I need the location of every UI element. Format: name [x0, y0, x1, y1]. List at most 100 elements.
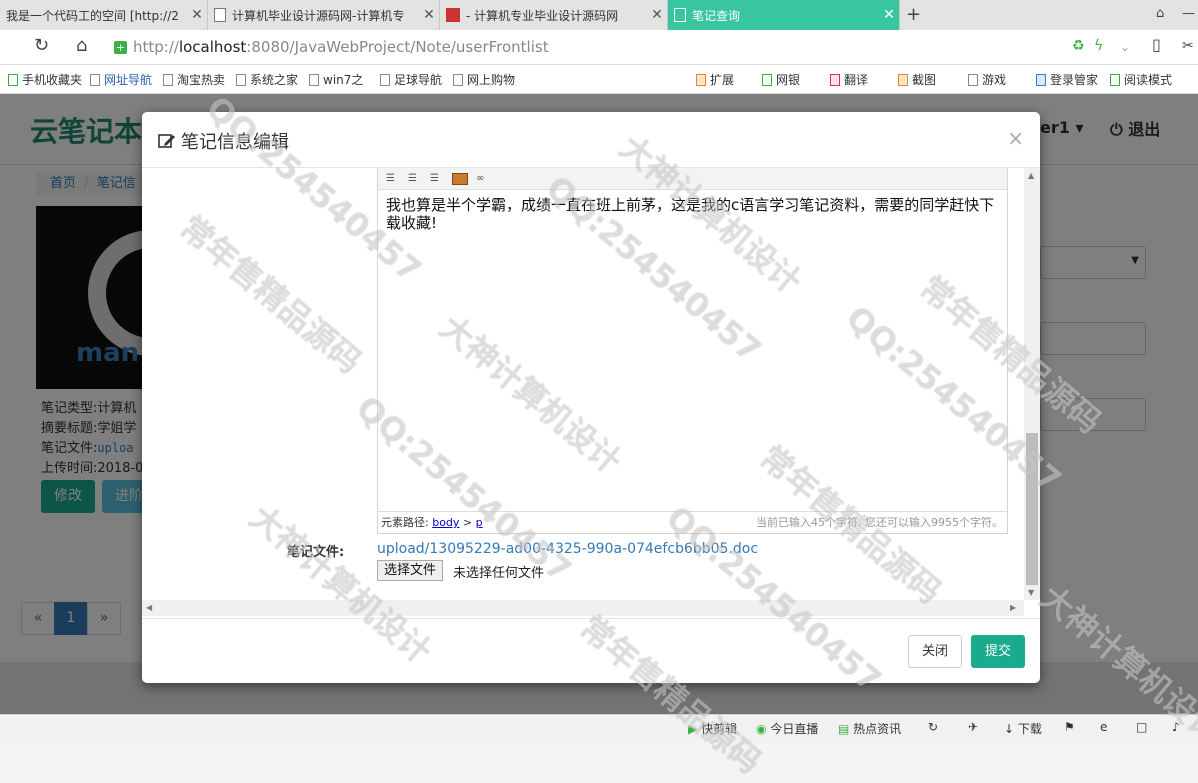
editor-toolbar: ☰ ☰ ☰ ∞ — [378, 168, 1007, 190]
translate-icon — [830, 73, 840, 86]
vertical-scrollbar[interactable]: ▲ ▼ — [1024, 168, 1040, 600]
ie-icon[interactable]: e — [1100, 720, 1107, 734]
translate-tool[interactable]: 翻译 — [830, 71, 868, 88]
bank-tool[interactable]: 网银 — [762, 71, 800, 88]
char-count: 当前已输入45个字符, 您还可以输入9955个字符。 — [756, 516, 1003, 529]
bank-icon — [762, 73, 772, 86]
tab-title: 笔记查询 — [692, 8, 741, 23]
horizontal-scrollbar[interactable]: ◀ ▶ — [142, 600, 1024, 616]
modal-title: 笔记信息编辑 — [158, 128, 289, 154]
browser-nav-bar: ↻ ⌂ + http://localhost:8080/JavaWebProje… — [0, 30, 1198, 65]
close-icon[interactable]: ✕ — [419, 7, 439, 23]
close-icon[interactable]: ✕ — [187, 7, 207, 23]
scroll-thumb[interactable] — [1026, 433, 1038, 585]
address-bar[interactable]: + http://localhost:8080/JavaWebProject/N… — [114, 34, 1144, 60]
link-icon[interactable]: ∞ — [476, 173, 490, 184]
lightning-icon[interactable]: ϟ — [1094, 38, 1103, 54]
refresh-icon[interactable]: ↻ — [928, 720, 938, 734]
bookmark-item[interactable]: 淘宝热卖 — [163, 71, 225, 88]
download-item[interactable]: ↓ 下载 — [1004, 720, 1042, 737]
quick-clip-item[interactable]: ▶ 快剪辑 — [688, 720, 737, 737]
no-file-text: 未选择任何文件 — [453, 566, 545, 581]
page-icon — [674, 8, 686, 22]
browser-tab-2[interactable]: 计算机毕业设计源码网-计算机专 ✕ — [208, 0, 440, 30]
choose-file-button[interactable]: 选择文件 — [377, 560, 444, 581]
page-icon — [236, 73, 246, 86]
element-path: 元素路径: body > p — [381, 516, 483, 529]
browser-tab-1[interactable]: 我是一个代码工的空间 [http://2 ✕ — [0, 0, 208, 30]
image-icon[interactable] — [452, 172, 468, 185]
browser-tab-3[interactable]: - 计算机专业毕业设计源码网 ✕ — [440, 0, 668, 30]
reload-icon[interactable]: ↻ — [34, 35, 49, 56]
minimize-icon[interactable]: — — [1182, 6, 1195, 21]
live-icon: ◉ — [756, 722, 767, 736]
extension-tool[interactable]: 扩展 — [696, 71, 734, 88]
edit-icon — [158, 134, 175, 148]
page-icon — [214, 8, 226, 22]
mobile-icon — [8, 73, 18, 86]
site-favicon-icon — [446, 8, 460, 22]
path-p-link[interactable]: p — [476, 516, 483, 529]
hot-news-item[interactable]: ▤ 热点资讯 — [838, 720, 901, 737]
live-item[interactable]: ◉ 今日直播 — [756, 720, 818, 737]
sound-icon[interactable]: ♪ — [1172, 720, 1180, 734]
url-text: http://localhost:8080/JavaWebProject/Not… — [133, 38, 549, 56]
bookmark-item[interactable]: win7之 — [309, 71, 363, 88]
align-justify-icon[interactable]: ☰ — [430, 173, 444, 184]
rich-text-editor[interactable]: ☰ ☰ ☰ ∞ 我也算是半个学霸，成绩一直在班上前茅，这是我的c语言学习笔记资料… — [377, 168, 1008, 534]
screenshot-tool[interactable]: 截图 — [898, 71, 936, 88]
bookmark-item[interactable]: 系统之家 — [236, 71, 298, 88]
tab-title: - 计算机专业毕业设计源码网 — [466, 8, 619, 23]
submit-button[interactable]: 提交 — [971, 635, 1025, 668]
path-body-link[interactable]: body — [432, 516, 459, 529]
file-label: 笔记文件: — [287, 545, 345, 560]
recycle-icon[interactable]: ♻ — [1072, 38, 1085, 54]
skin-icon[interactable]: ⌂ — [1156, 6, 1164, 21]
close-icon[interactable]: ✕ — [647, 7, 667, 23]
modal-close-icon[interactable]: × — [1007, 126, 1024, 150]
news-icon: ▤ — [838, 722, 850, 736]
secure-icon: + — [114, 40, 127, 54]
phone-icon[interactable]: ▯ — [1152, 35, 1161, 54]
editor-content[interactable]: 我也算是半个学霸，成绩一直在班上前茅，这是我的c语言学习笔记资料，需要的同学赶快… — [386, 196, 996, 232]
bookmarks-bar: 手机收藏夹 网址导航 淘宝热卖 系统之家 win7之 足球导航 网上购物 扩展 … — [0, 65, 1198, 94]
login-manager-tool[interactable]: 登录管家 — [1036, 71, 1098, 88]
file-link[interactable]: upload/13095229-ad00-4325-990a-074efcb6b… — [377, 541, 758, 557]
flag-icon[interactable]: ⚑ — [1064, 720, 1075, 734]
scroll-up-icon[interactable]: ▲ — [1028, 171, 1034, 180]
chevron-down-icon[interactable]: ⌄ — [1120, 40, 1130, 54]
game-tool[interactable]: 游戏 — [968, 71, 1006, 88]
scroll-down-icon[interactable]: ▼ — [1028, 588, 1034, 597]
play-icon: ▶ — [688, 722, 698, 736]
puzzle-icon — [696, 73, 706, 86]
page-icon — [163, 73, 173, 86]
note-edit-modal: 笔记信息编辑 × ☰ ☰ ☰ ∞ 我也算是半个学霸，成绩一直在班上前茅，这是我的… — [142, 112, 1040, 683]
window-icon[interactable]: □ — [1136, 720, 1147, 734]
browser-tab-bar: 我是一个代码工的空间 [http://2 ✕ 计算机毕业设计源码网-计算机专 ✕… — [0, 0, 1198, 31]
tab-title: 我是一个代码工的空间 [http://2 — [6, 8, 179, 23]
bookmark-item[interactable]: 网上购物 — [453, 71, 515, 88]
scroll-left-icon[interactable]: ◀ — [146, 603, 152, 612]
page-icon — [309, 73, 319, 86]
editor-statusbar: 元素路径: body > p 当前已输入45个字符, 您还可以输入9955个字符… — [378, 511, 1007, 533]
pin-icon[interactable]: ✈ — [968, 720, 978, 734]
cut-icon[interactable]: ✂ — [1182, 38, 1194, 54]
close-button[interactable]: 关闭 — [908, 635, 962, 668]
new-tab-icon[interactable]: + — [906, 4, 921, 25]
page-icon — [453, 73, 463, 86]
browser-tab-active[interactable]: 笔记查询 ✕ — [668, 0, 900, 30]
search-icon — [1036, 73, 1046, 86]
bookmark-item[interactable]: 手机收藏夹 — [8, 71, 82, 88]
bookmark-item[interactable]: 网址导航 — [90, 71, 152, 88]
modal-body: ☰ ☰ ☰ ∞ 我也算是半个学霸，成绩一直在班上前茅，这是我的c语言学习笔记资料… — [142, 168, 1040, 618]
page-icon — [380, 73, 390, 86]
reading-mode-tool[interactable]: 阅读模式 — [1110, 71, 1172, 88]
close-icon[interactable]: ✕ — [879, 7, 899, 23]
align-center-icon[interactable]: ☰ — [408, 173, 422, 184]
align-left-icon[interactable]: ☰ — [386, 173, 400, 184]
scroll-right-icon[interactable]: ▶ — [1010, 603, 1016, 612]
home-icon[interactable]: ⌂ — [76, 35, 87, 56]
book-icon — [1110, 73, 1120, 86]
download-icon: ↓ — [1004, 722, 1015, 736]
bookmark-item[interactable]: 足球导航 — [380, 71, 442, 88]
